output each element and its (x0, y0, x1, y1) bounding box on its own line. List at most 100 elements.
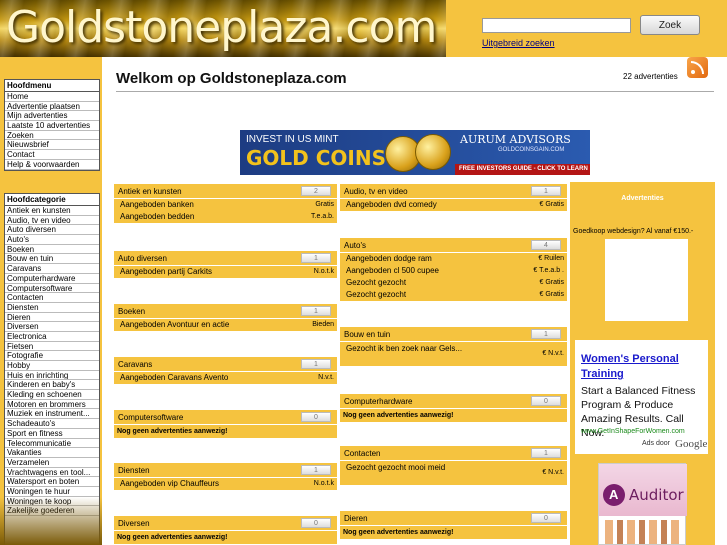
category-menu-item[interactable]: Diensten (5, 303, 99, 313)
page-title: Welkom op Goldstoneplaza.com (116, 70, 347, 87)
category-menu-item[interactable]: Muziek en instrument... (5, 409, 99, 420)
empty-category-message: Nog geen advertenties aanwezig! (117, 428, 228, 435)
category-menu-item[interactable]: Hobby (5, 361, 99, 371)
gold-coin-image (385, 134, 455, 174)
main-menu-item[interactable]: Nieuwsbrief (5, 140, 99, 151)
main-menu-item[interactable]: Mijn advertenties (5, 111, 99, 122)
ad-count: 22 advertenties (623, 72, 678, 81)
ad-row[interactable]: Aangeboden dodge ram € Ruilen (340, 253, 567, 265)
ad-row[interactable]: Gezocht gezocht mooi meid € N.v.t. (340, 461, 567, 485)
advanced-search-link[interactable]: Uitgebreid zoeken (482, 38, 555, 48)
category-menu-item[interactable]: Schadeauto's (5, 419, 99, 429)
ad-row[interactable]: Aangeboden Avontuur en actie Bieden (114, 319, 337, 331)
ad-row[interactable]: Aangeboden banken Gratis (114, 199, 337, 211)
main-menu-item[interactable]: Laatste 10 advertenties (5, 121, 99, 131)
category-menu-item[interactable]: Kinderen en baby's (5, 380, 99, 391)
category-count-badge: 1 (301, 465, 331, 475)
category-menu-item[interactable]: Computersoftware (5, 284, 99, 294)
ad-row[interactable]: Aangeboden dvd comedy € Gratis (340, 199, 567, 211)
category-menu-item[interactable]: Audio, tv en video (5, 216, 99, 226)
google-logo[interactable]: Google (675, 438, 707, 450)
category-menu-item[interactable]: Vrachtwagens en tool... (5, 468, 99, 478)
ad-row[interactable]: Gezocht ik ben zoek naar Gels... € N.v.t. (340, 342, 567, 366)
text-ad[interactable]: Women's Personal Training Start a Balanc… (575, 340, 708, 454)
rss-feed-icon[interactable] (687, 57, 708, 78)
category-menu-item[interactable]: Sport en fitness (5, 429, 99, 439)
category-menu-item[interactable]: Auto diversen (5, 225, 99, 236)
ad-row[interactable]: Aangeboden Caravans Avento N.v.t. (114, 372, 337, 384)
category-box: Caravans 1 Aangeboden Caravans Avento N.v.t… (114, 357, 337, 384)
category-menu-item[interactable]: Vakanties (5, 448, 99, 458)
auditor-image-ad[interactable]: Auditor (598, 463, 687, 545)
title-divider (116, 91, 714, 92)
ad-title[interactable]: Aangeboden vip Chauffeurs (120, 479, 219, 488)
category-menu-item[interactable]: Antiek en kunsten (5, 206, 99, 216)
category-count-badge: 1 (301, 306, 331, 316)
ad-row[interactable]: Gezocht gezocht € Gratis (340, 277, 567, 289)
category-menu: Hoofdcategorie Antiek en kunsten Audio, t… (4, 193, 100, 545)
category-menu-item[interactable]: Kleding en schoenen (5, 390, 99, 400)
ad-title[interactable]: Aangeboden cl 500 cupee (346, 266, 439, 275)
ad-row[interactable]: Aangeboden vip Chauffeurs N.o.t.k (114, 478, 337, 490)
category-menu-item[interactable]: Huis en inrichting (5, 371, 99, 381)
banner-subtitle: GOLDCOINSGAIN.COM (498, 147, 565, 153)
category-menu-item[interactable]: Boeken (5, 245, 99, 255)
gold-coins-banner-ad[interactable]: INVEST IN US MINT GOLD COINS AURUM ADVIS… (240, 130, 590, 175)
category-menu-item[interactable]: Fietsen (5, 342, 99, 352)
category-menu-item[interactable]: Bouw en tuin (5, 254, 99, 265)
ad-title[interactable]: Gezocht gezocht mooi meid (346, 463, 445, 472)
category-box: Dieren 0 Nog geen advertenties aanwezig! (340, 511, 567, 539)
category-menu-item[interactable]: Fotografie (5, 351, 99, 361)
ad-title[interactable]: Gezocht gezocht (346, 278, 406, 287)
category-box: Diversen 0 Nog geen advertenties aanwezig! (114, 516, 337, 544)
ad-title[interactable]: Aangeboden banken (120, 200, 194, 209)
category-menu-item[interactable]: Watersport en boten (5, 477, 99, 487)
category-menu-item[interactable]: Verzamelen (5, 458, 99, 468)
category-count-badge: 0 (531, 396, 561, 406)
category-menu-item[interactable]: Woningen te huur (5, 487, 99, 497)
category-menu-title: Hoofdcategorie (5, 194, 99, 206)
search-input[interactable] (482, 18, 631, 33)
ad-title[interactable]: Aangeboden Caravans Avento (120, 373, 228, 382)
text-ad-url[interactable]: www.GetInShapeForWomen.com (581, 428, 685, 435)
empty-category-message: Nog geen advertenties aanwezig! (117, 534, 228, 541)
ad-price: N.o.t.k (313, 268, 334, 275)
ad-row[interactable]: Aangeboden bedden T.e.a.b. (114, 211, 337, 223)
category-menu-item[interactable]: Computerhardware (5, 274, 99, 284)
category-menu-item[interactable]: Motoren en brommers (5, 400, 99, 410)
people-figures-image (605, 520, 681, 544)
ad-title[interactable]: Aangeboden bedden (120, 212, 194, 221)
ad-title[interactable]: Aangeboden dvd comedy (346, 200, 437, 209)
ad-row[interactable]: Aangeboden partij Carkits N.o.t.k (114, 266, 337, 278)
ad-row[interactable]: Aangeboden cl 500 cupee € T.e.a.b . (340, 265, 567, 277)
logo-text: Goldstoneplaza.com (6, 2, 437, 53)
ad-title[interactable]: Gezocht gezocht (346, 290, 406, 299)
webdesign-ad-text[interactable]: Goedkoop webdesign? Al vanaf €150.- (573, 228, 693, 235)
ad-title[interactable]: Aangeboden partij Carkits (120, 267, 212, 276)
ad-price: N.v.t. (318, 374, 334, 381)
ad-placeholder (605, 239, 688, 321)
ad-title[interactable]: Aangeboden dodge ram (346, 254, 432, 263)
search-button[interactable]: Zoek (640, 15, 700, 35)
main-menu-item[interactable]: Zoeken (5, 131, 99, 141)
ad-title[interactable]: Gezocht ik ben zoek naar Gels... (346, 344, 462, 353)
main-menu-item[interactable]: Contact (5, 150, 99, 160)
text-ad-title[interactable]: Women's Personal Training (581, 352, 701, 382)
category-menu-item[interactable]: Electronica (5, 332, 99, 342)
category-menu-item[interactable]: Diversen (5, 322, 99, 332)
category-menu-item[interactable]: Auto's (5, 235, 99, 245)
site-logo[interactable]: Goldstoneplaza.com (0, 0, 446, 57)
main-menu-item[interactable]: Help & voorwaarden (5, 160, 99, 170)
ad-price: € N.v.t. (542, 350, 564, 357)
ad-row[interactable]: Gezocht gezocht € Gratis (340, 289, 567, 301)
ad-title[interactable]: Aangeboden Avontuur en actie (120, 320, 229, 329)
category-menu-item[interactable]: Caravans (5, 264, 99, 274)
category-count-badge: 2 (301, 186, 331, 196)
ads-by-label[interactable]: Ads door (642, 440, 670, 447)
ad-price: € Gratis (539, 279, 564, 286)
main-menu-item[interactable]: Advertentie plaatsen (5, 102, 99, 112)
category-menu-item[interactable]: Telecommunicatie (5, 439, 99, 449)
category-menu-item[interactable]: Dieren (5, 313, 99, 323)
category-menu-item[interactable]: Contacten (5, 293, 99, 303)
main-menu-item[interactable]: Home (5, 92, 99, 102)
